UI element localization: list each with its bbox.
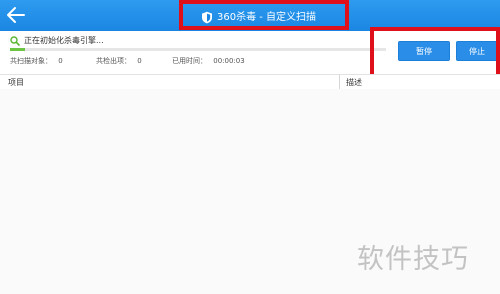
annotation-box-buttons: [370, 27, 500, 81]
status-text: 正在初始化杀毒引擎...: [24, 35, 104, 45]
scanned-count: 共扫描对象： 0: [10, 56, 63, 66]
column-divider[interactable]: [339, 75, 340, 89]
elapsed-value: 00:00:03: [213, 57, 245, 65]
scan-progress-bar: [10, 48, 386, 51]
scan-status: 正在初始化杀毒引擎...: [10, 34, 104, 46]
found-label: 共检出项：: [96, 57, 131, 65]
search-icon: [10, 31, 20, 50]
scanned-label: 共扫描对象：: [10, 57, 52, 65]
scan-progress-fill: [10, 48, 26, 51]
found-value: 0: [137, 57, 142, 65]
column-header-item: 项目: [8, 78, 24, 87]
back-arrow-icon[interactable]: [6, 6, 26, 24]
annotation-box-title: [179, 0, 349, 30]
watermark: 软件技巧: [357, 244, 469, 275]
scanned-value: 0: [58, 57, 63, 65]
elapsed-label: 已用时间：: [172, 57, 207, 65]
column-header-description: 描述: [346, 78, 362, 87]
found-count: 共检出项： 0: [96, 56, 142, 66]
results-table-header: 项目 描述: [0, 74, 500, 90]
elapsed-time: 已用时间： 00:00:03: [172, 56, 245, 66]
